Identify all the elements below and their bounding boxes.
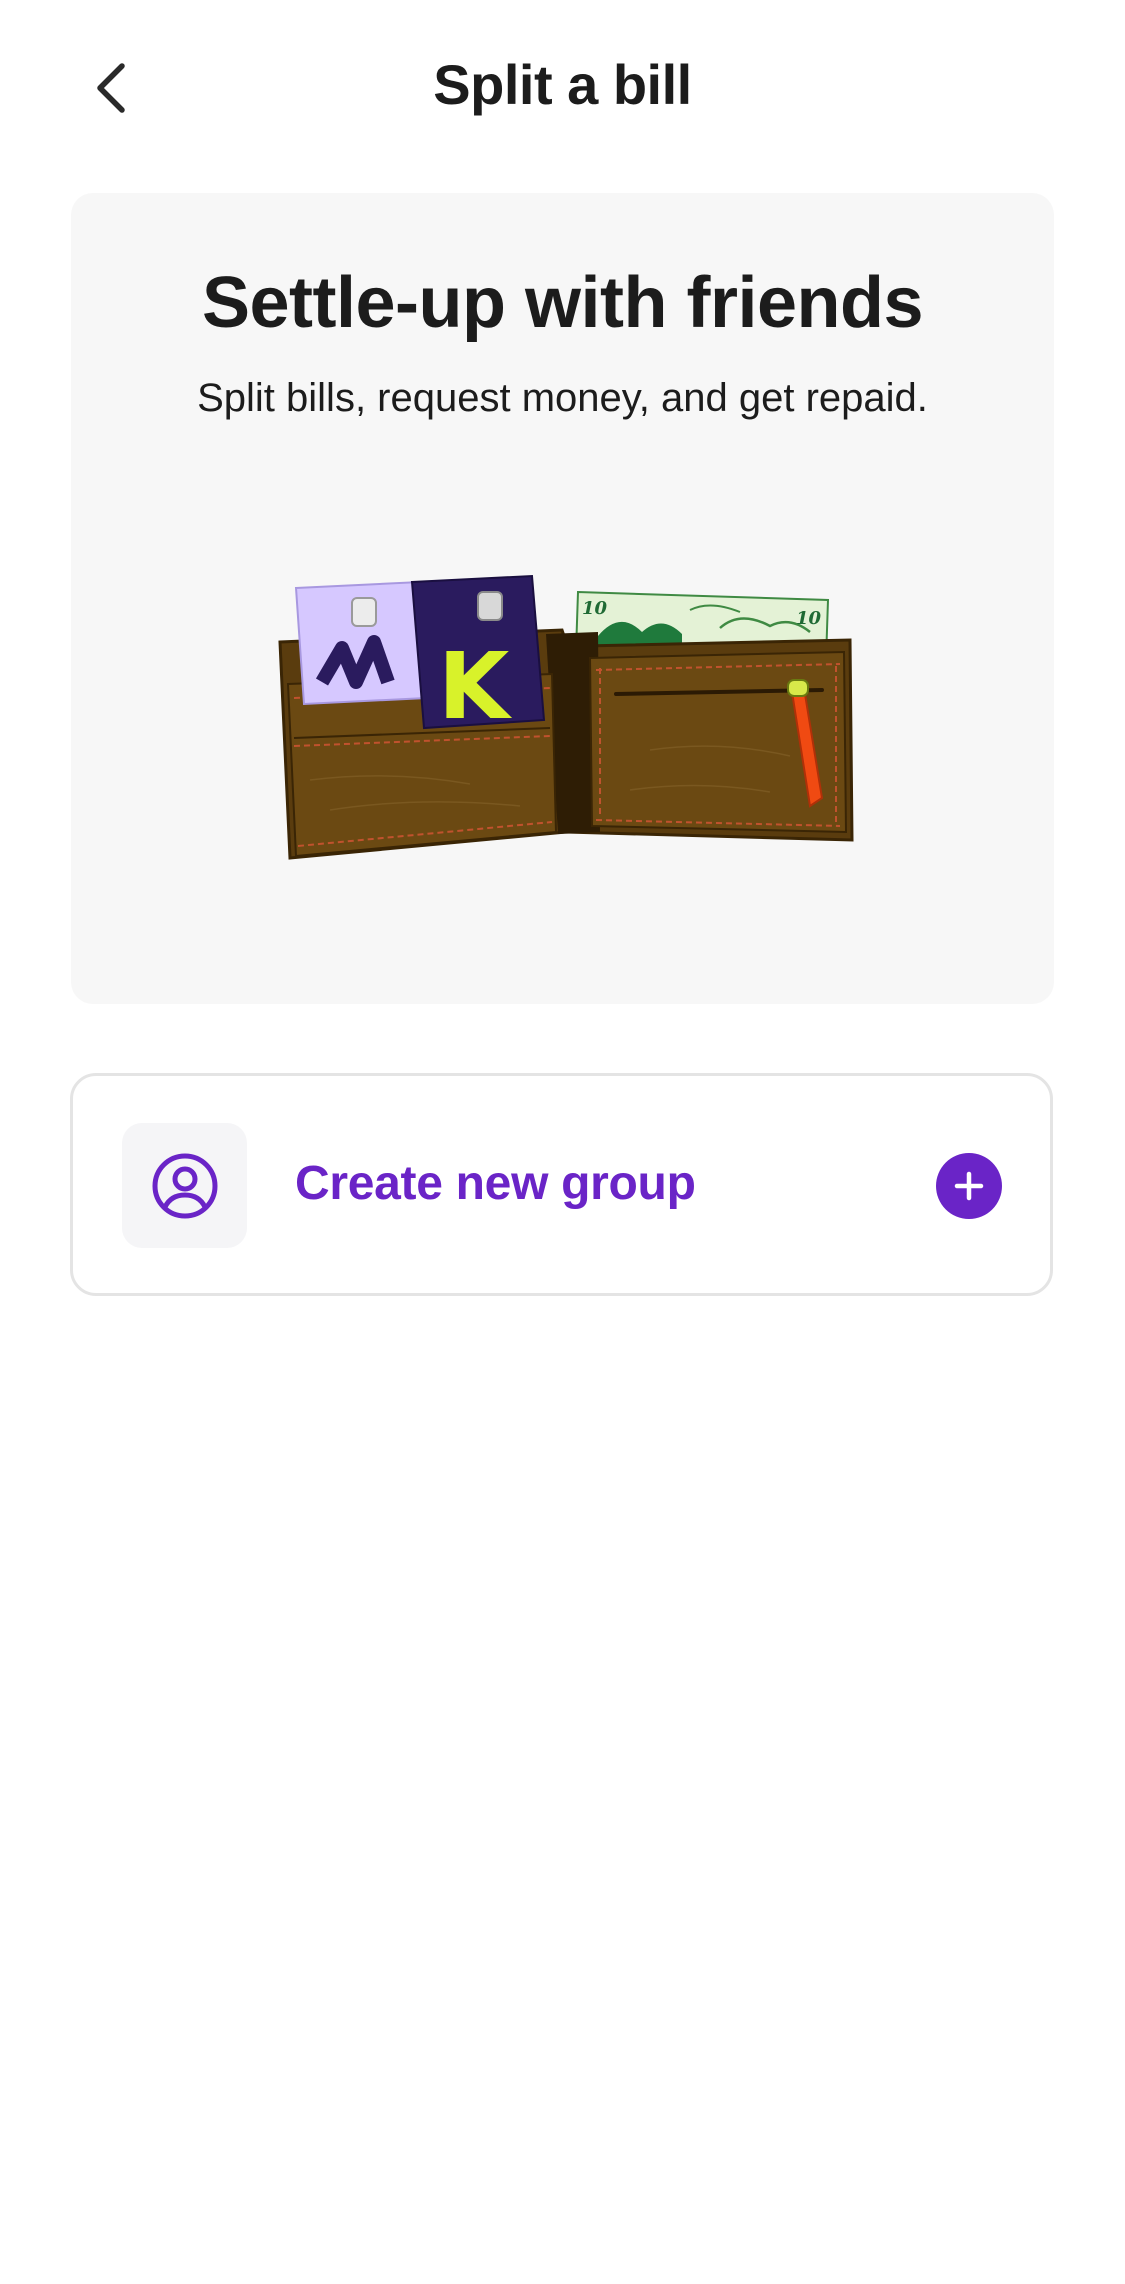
user-circle-icon [152,1153,217,1218]
banknote-denomination-left: 10 [582,598,608,619]
wallet-illustration: 10 10 K [278,574,854,860]
plus-icon [954,1171,984,1201]
card-letter: K [438,633,513,740]
page-title: Split a bill [433,53,692,116]
lavender-card-image [294,580,428,706]
hero-subtitle: Split bills, request money, and get repa… [197,376,928,420]
add-group-button[interactable] [936,1153,1002,1219]
header-bar: Split a bill [0,0,1125,175]
group-icon-box [122,1123,247,1248]
dark-card-image: K [410,574,546,740]
create-group-button[interactable]: Create new group [70,1073,1053,1296]
hero-title: Settle-up with friends [201,263,924,343]
create-group-label: Create new group [295,1157,696,1210]
banknote-denomination-right: 10 [796,608,822,629]
